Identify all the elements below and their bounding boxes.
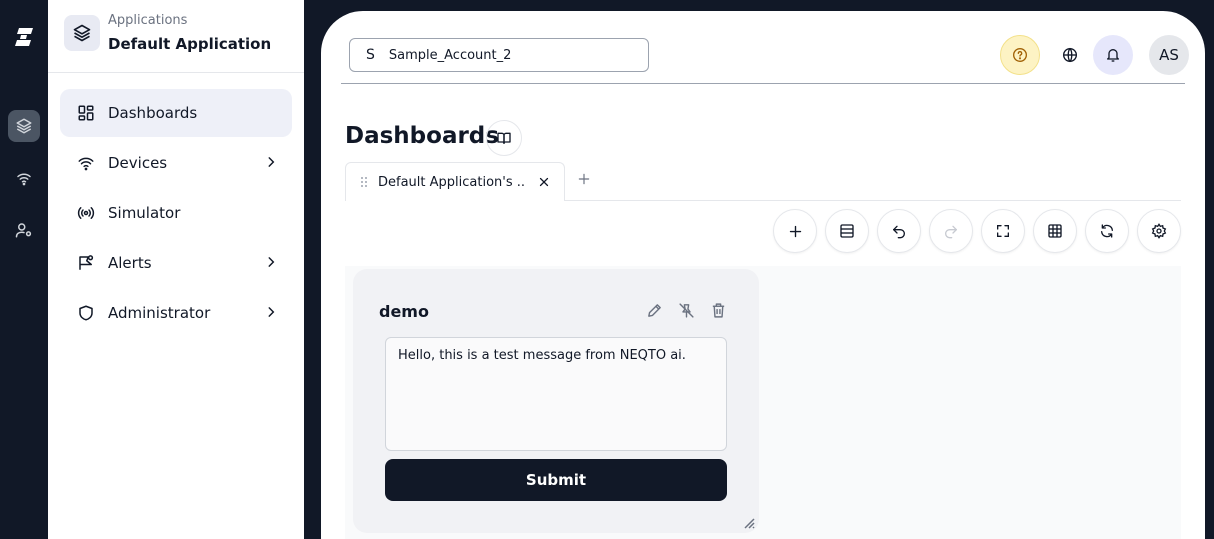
gear-icon [1151, 223, 1167, 239]
broadcast-icon [76, 203, 96, 223]
refresh-icon [1101, 224, 1113, 238]
language-button[interactable] [1050, 35, 1090, 75]
wifi-icon [76, 153, 96, 173]
sidebar-item-dashboards[interactable]: Dashboards [60, 89, 292, 137]
rail-devices-button[interactable] [8, 162, 40, 194]
grid-icon [1048, 224, 1062, 238]
chevron-right-icon [268, 257, 275, 267]
sidebar-item-administrator[interactable]: Administrator [60, 289, 292, 337]
header-divider [341, 83, 1185, 84]
notifications-button[interactable] [1093, 35, 1133, 75]
plus-icon [789, 225, 801, 237]
application-icon [64, 15, 100, 51]
sidebar-item-label: Alerts [108, 254, 152, 272]
widget-card[interactable]: demo Hello, this is a test message from … [353, 269, 759, 533]
page-title: Dashboards [345, 123, 499, 149]
sidebar-item-devices[interactable]: Devices [60, 139, 292, 187]
widget-title: demo [379, 302, 429, 321]
tab-default-application[interactable]: Default Application's ... [345, 162, 565, 201]
drag-handle-icon[interactable] [360, 176, 368, 188]
docs-button[interactable] [486, 120, 522, 156]
rail-users-button[interactable] [8, 214, 40, 246]
alert-flag-icon [76, 253, 96, 273]
fullscreen-button[interactable] [981, 209, 1025, 253]
layers-icon [73, 24, 91, 42]
application-switcher[interactable]: Applications Default Application [48, 0, 304, 73]
brand-logo-icon [15, 28, 33, 46]
layout-button[interactable] [825, 209, 869, 253]
user-settings-icon [15, 223, 32, 238]
application-name: Default Application [108, 35, 272, 53]
shield-icon [76, 303, 96, 323]
dashboard-canvas: demo Hello, this is a test message from … [345, 266, 1181, 539]
dashboard-tabs: Default Application's ... [345, 162, 1181, 201]
undo-icon [893, 225, 905, 239]
chevron-right-icon [268, 157, 275, 167]
undo-button[interactable] [877, 209, 921, 253]
rows-icon [840, 224, 854, 238]
help-icon [1013, 48, 1027, 62]
redo-icon [945, 225, 957, 239]
sidebar-item-label: Administrator [108, 304, 211, 322]
message-textarea[interactable]: Hello, this is a test message from NEQTO… [385, 337, 727, 451]
account-name: Sample_Account_2 [388, 47, 512, 63]
bell-icon [1107, 49, 1119, 62]
trash-icon[interactable] [710, 302, 727, 319]
application-label: Applications [108, 13, 188, 28]
wifi-icon [17, 173, 31, 186]
sidebar-item-simulator[interactable]: Simulator [60, 189, 292, 237]
unpin-icon[interactable] [678, 302, 695, 319]
grid-button[interactable] [1033, 209, 1077, 253]
close-icon[interactable] [538, 176, 550, 188]
account-initial: S [366, 47, 375, 63]
edit-pencil-icon[interactable] [646, 302, 663, 319]
open-book-icon [497, 132, 511, 144]
chevron-right-icon [268, 307, 275, 317]
add-tab-icon[interactable] [577, 172, 591, 186]
tab-label: Default Application's ... [378, 174, 524, 190]
layers-icon [16, 118, 32, 134]
main-panel: S Sample_Account_2 AS Dashboards Default… [321, 11, 1205, 539]
sidebar-item-alerts[interactable]: Alerts [60, 239, 292, 287]
globe-icon [1063, 47, 1077, 63]
settings-button[interactable] [1137, 209, 1181, 253]
user-avatar[interactable]: AS [1149, 35, 1189, 75]
resize-handle-icon[interactable] [743, 517, 755, 529]
refresh-button[interactable] [1085, 209, 1129, 253]
redo-button[interactable] [929, 209, 973, 253]
sidebar: Applications Default Application Dashboa… [48, 0, 304, 539]
dashboard-icon [76, 103, 96, 123]
sidebar-item-label: Devices [108, 154, 168, 172]
sidebar-nav: Dashboards Devices Simulator Alerts Admi… [60, 89, 292, 339]
icon-rail [0, 0, 48, 539]
sidebar-item-label: Simulator [108, 204, 181, 222]
rail-applications-button[interactable] [8, 110, 40, 142]
fullscreen-icon [997, 225, 1009, 237]
help-button[interactable] [1000, 35, 1040, 75]
account-selector[interactable]: S Sample_Account_2 [349, 38, 649, 72]
sidebar-item-label: Dashboards [108, 104, 198, 122]
submit-button[interactable]: Submit [385, 459, 727, 501]
add-widget-button[interactable] [773, 209, 817, 253]
